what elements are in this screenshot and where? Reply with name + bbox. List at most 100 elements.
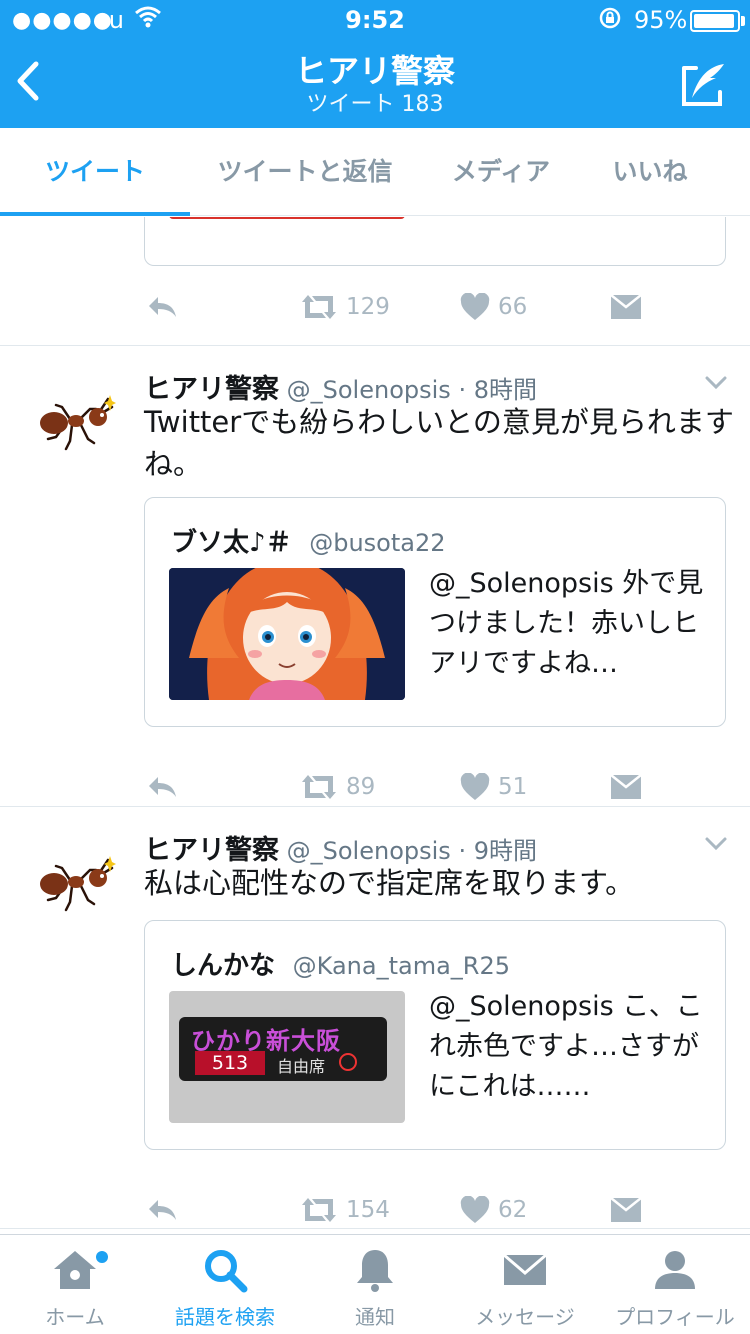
tabbar-label: プロフィール bbox=[615, 1305, 735, 1329]
tabbar-home[interactable]: ホーム bbox=[0, 1235, 150, 1334]
battery-percent: 95% bbox=[634, 6, 688, 34]
anime-girl-illustration bbox=[169, 568, 405, 700]
tweet[interactable]: ヒアリ警察 @_Solenopsis · 8時間 Twitterでも紛らわしいと… bbox=[0, 367, 750, 800]
reply-icon bbox=[149, 1200, 176, 1220]
retweet-icon bbox=[302, 1198, 336, 1222]
reply-icon bbox=[149, 297, 176, 317]
timestamp: · 9時間 bbox=[458, 837, 537, 865]
heart-icon bbox=[460, 1196, 490, 1223]
search-icon bbox=[205, 1250, 248, 1293]
tabbar-label: 話題を検索 bbox=[175, 1305, 275, 1329]
profile-tabs: ツイート ツイートと返信 メディア いいね bbox=[0, 128, 750, 216]
tabbar-label: メッセージ bbox=[475, 1305, 575, 1329]
divider bbox=[0, 806, 750, 807]
retweet-button[interactable]: 89 bbox=[300, 767, 375, 807]
tweet-count: ツイート 183 bbox=[306, 92, 444, 117]
tab-likes[interactable]: いいね bbox=[582, 128, 718, 216]
direct-message-button[interactable] bbox=[610, 767, 642, 807]
tabbar-profile[interactable]: プロフィール bbox=[600, 1235, 750, 1334]
envelope-icon bbox=[610, 294, 642, 319]
quoted-tweet-card[interactable] bbox=[144, 217, 726, 266]
divider bbox=[0, 1228, 750, 1229]
reply-button[interactable] bbox=[146, 767, 178, 807]
bell-icon bbox=[357, 1250, 393, 1292]
tabbar-search[interactable]: 話題を検索 bbox=[150, 1235, 300, 1334]
tab-tweets[interactable]: ツイート bbox=[0, 128, 190, 216]
retweet-button[interactable]: 129 bbox=[300, 287, 390, 327]
envelope-icon bbox=[503, 1253, 547, 1285]
compose-tweet-button[interactable] bbox=[680, 60, 732, 108]
rotation-lock-icon bbox=[598, 6, 622, 36]
avatar[interactable] bbox=[36, 393, 116, 463]
ant-avatar-icon bbox=[40, 856, 116, 912]
bottom-tab-bar: ホーム 話題を検索 通知 メッセージ プロフィール bbox=[0, 1234, 750, 1334]
person-icon bbox=[655, 1251, 695, 1289]
timestamp: · 8時間 bbox=[458, 376, 537, 404]
like-button[interactable]: 66 bbox=[460, 287, 527, 327]
timeline[interactable]: 129 66 ヒアリ警察 @_Solenopsis · 8時間 Twitterで… bbox=[0, 217, 750, 1234]
like-count: 66 bbox=[498, 294, 528, 320]
tab-tweets-and-replies[interactable]: ツイートと返信 bbox=[190, 128, 420, 216]
like-button[interactable]: 62 bbox=[460, 1190, 527, 1230]
reply-button[interactable] bbox=[146, 287, 178, 327]
retweet-icon bbox=[302, 295, 336, 319]
tabbar-label: ホーム bbox=[45, 1305, 105, 1329]
quoted-display-name: しんかな bbox=[171, 951, 276, 981]
quoted-display-name: ブソ太♪＃ bbox=[171, 528, 292, 558]
quoted-username: @busota22 bbox=[309, 529, 446, 557]
tweet[interactable]: ヒアリ警察 @_Solenopsis · 9時間 私は心配性なので指定席を取りま… bbox=[0, 828, 750, 1228]
quoted-image[interactable]: ひかり新大阪 513 自由席 bbox=[169, 991, 405, 1123]
tweet-menu-button[interactable] bbox=[704, 836, 728, 852]
quoted-tweet-card[interactable]: ブソ太♪＃ @busota22 @_Solenopsis 外で見つけました！赤い… bbox=[144, 497, 726, 727]
train-sign: ひかり新大阪 513 自由席 bbox=[179, 1017, 387, 1081]
sign-car-type: 自由席 bbox=[277, 1057, 326, 1076]
status-bar: ●●●●● au 9:52 95% bbox=[0, 0, 750, 40]
envelope-icon bbox=[610, 774, 642, 799]
heart-icon bbox=[460, 293, 490, 320]
tweet-actions: 129 66 bbox=[0, 287, 750, 327]
like-count: 51 bbox=[498, 774, 528, 800]
tweet-menu-button[interactable] bbox=[704, 375, 728, 391]
quoted-image[interactable] bbox=[169, 568, 405, 700]
reply-icon bbox=[149, 777, 176, 797]
battery-icon bbox=[690, 10, 740, 32]
tweet-text: 私は心配性なので指定席を取ります。 bbox=[144, 866, 635, 900]
compose-icon bbox=[682, 64, 724, 106]
quoted-tweet-text: @_Solenopsis こ、これ赤色ですよ…さすがにこれは…… bbox=[429, 991, 703, 1102]
tabbar-notifications[interactable]: 通知 bbox=[300, 1235, 450, 1334]
like-button[interactable]: 51 bbox=[460, 767, 527, 807]
home-icon bbox=[54, 1251, 96, 1289]
no-smoking-icon bbox=[339, 1053, 357, 1071]
direct-message-button[interactable] bbox=[610, 1190, 642, 1230]
direct-message-button[interactable] bbox=[610, 287, 642, 327]
tweet-text: Twitterでも紛らわしいとの意見が見られますね。 bbox=[144, 405, 734, 481]
envelope-icon bbox=[610, 1197, 642, 1222]
active-tab-indicator bbox=[0, 212, 190, 216]
retweet-icon bbox=[302, 775, 336, 799]
ant-avatar-icon bbox=[40, 395, 116, 451]
notification-dot bbox=[96, 1251, 108, 1263]
quoted-username: @Kana_tama_R25 bbox=[292, 952, 511, 980]
reply-button[interactable] bbox=[146, 1190, 178, 1230]
tabbar-messages[interactable]: メッセージ bbox=[450, 1235, 600, 1334]
tweet-actions: 154 62 bbox=[0, 1190, 750, 1230]
tabbar-label: 通知 bbox=[355, 1305, 395, 1329]
avatar[interactable] bbox=[36, 854, 116, 924]
tab-media[interactable]: メディア bbox=[420, 128, 582, 216]
retweet-count: 129 bbox=[346, 294, 390, 320]
retweet-button[interactable]: 154 bbox=[300, 1190, 390, 1230]
like-count: 62 bbox=[498, 1197, 528, 1223]
username[interactable]: @_Solenopsis bbox=[287, 837, 451, 865]
chevron-down-icon bbox=[705, 376, 727, 390]
quoted-tweet-text: @_Solenopsis 外で見つけました！赤いしヒアリですよね… bbox=[429, 568, 704, 679]
retweet-count: 89 bbox=[346, 774, 376, 800]
navigation-bar: ●●●●● au 9:52 95% ヒアリ警察 ツイート 183 bbox=[0, 0, 750, 128]
tweet-actions: 89 51 bbox=[0, 767, 750, 807]
sign-train-number: 513 bbox=[195, 1051, 265, 1075]
quoted-image[interactable] bbox=[169, 217, 405, 219]
divider bbox=[0, 345, 750, 346]
quoted-tweet-card[interactable]: しんかな @Kana_tama_R25 ひかり新大阪 513 自由席 @_Sol… bbox=[144, 920, 726, 1150]
retweet-count: 154 bbox=[346, 1197, 390, 1223]
username[interactable]: @_Solenopsis bbox=[287, 376, 451, 404]
quoted-tweet-header: しんかな @Kana_tama_R25 bbox=[171, 945, 510, 982]
